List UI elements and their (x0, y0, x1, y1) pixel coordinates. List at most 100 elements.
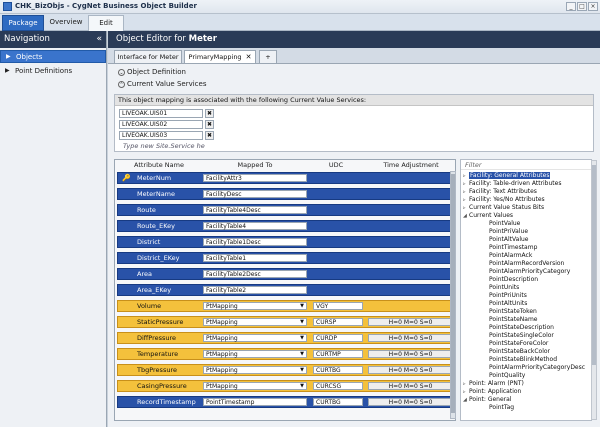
add-tab-button[interactable]: + (259, 50, 277, 64)
tree-node[interactable]: ▹ Facility: Text Attributes (463, 188, 537, 196)
mapped-to-field[interactable]: FacilityTable1 (203, 254, 307, 262)
tree-node[interactable]: PointStateSingleColor (489, 332, 554, 340)
mapped-to-field[interactable]: FacilityTable4Desc (203, 206, 307, 214)
udc-field[interactable]: CURSP (313, 318, 363, 326)
section-object-definition[interactable]: ⌄ Object Definition (118, 68, 186, 76)
table-row[interactable]: Area FacilityTable2Desc (117, 268, 455, 280)
tab-overview[interactable]: Overview (46, 15, 86, 31)
mapped-to-field[interactable]: FacilityAttr3 (203, 174, 307, 182)
scrollbar-thumb[interactable] (592, 165, 596, 365)
table-row[interactable]: Route_EKey FacilityTable4 (117, 220, 455, 232)
tree-node[interactable]: PointUnits (489, 284, 519, 292)
nav-item-objects[interactable]: ▶ Objects (0, 50, 106, 63)
table-row[interactable]: TbgPressure PtMapping ▼ CURTBG H=0 M=0 S=0 (117, 364, 455, 376)
mapped-to-field[interactable]: FacilityTable2 (203, 286, 307, 294)
tab-interface[interactable]: Interface for Meter (114, 50, 182, 64)
mapped-to-field[interactable]: FacilityDesc (203, 190, 307, 198)
tree-node[interactable]: PointValue (489, 220, 520, 228)
tree-node[interactable]: PointAltValue (489, 236, 529, 244)
tree-node[interactable]: ▹ Facility: Table-driven Attributes (463, 180, 561, 188)
table-row[interactable]: DiffPressure PtMapping ▼ CURDP H=0 M=0 S=0 (117, 332, 455, 344)
table-row[interactable]: District FacilityTable1Desc (117, 236, 455, 248)
time-adjustment-button[interactable]: H=0 M=0 S=0 (368, 334, 453, 342)
tree-node[interactable]: PointAlarmRecordVersion (489, 260, 564, 268)
tab-package[interactable]: Package (2, 15, 44, 31)
table-row[interactable]: Area_EKey FacilityTable2 (117, 284, 455, 296)
tree-node[interactable]: PointStateName (489, 316, 537, 324)
tree-node[interactable]: ◢ Point: General (463, 396, 511, 404)
time-adjustment-button[interactable]: H=0 M=0 S=0 (368, 350, 453, 358)
mapped-to-field[interactable]: PtMapping ▼ (203, 334, 307, 342)
close-tab-icon[interactable]: ✕ (246, 53, 252, 61)
tree-scrollbar[interactable] (591, 160, 597, 420)
table-row[interactable]: Temperature PtMapping ▼ CURTMP H=0 M=0 S=0 (117, 348, 455, 360)
delete-icon[interactable]: ✖ (205, 131, 214, 140)
tree-node[interactable]: PointAlarmPriorityCategoryDesc (489, 364, 585, 372)
mapped-to-field[interactable]: FacilityTable2Desc (203, 270, 307, 278)
tree-node[interactable]: PointDescription (489, 276, 538, 284)
mapped-to-field[interactable]: FacilityTable4 (203, 222, 307, 230)
close-button[interactable]: × (588, 2, 598, 11)
table-row[interactable]: Volume PtMapping ▼ VGY (117, 300, 455, 312)
table-row[interactable]: CasingPressure PtMapping ▼ CURCSG H=0 M=0 S=… (117, 380, 455, 392)
mapped-to-field[interactable]: PtMapping ▼ (203, 350, 307, 358)
minimize-button[interactable]: _ (566, 2, 576, 11)
tree-node[interactable]: PointStateToken (489, 308, 537, 316)
time-adjustment-button[interactable]: H=0 M=0 S=0 (368, 318, 453, 326)
dropdown-arrow-icon[interactable]: ▼ (300, 335, 304, 342)
tree-node[interactable]: ▹ Current Value Status Bits (463, 204, 544, 212)
tree-node[interactable]: PointTag (489, 404, 514, 412)
udc-field[interactable]: CURTBG (313, 366, 363, 374)
dropdown-arrow-icon[interactable]: ▼ (300, 383, 304, 390)
table-row[interactable]: RecordTimestamp PointTimestamp CURTBG H=0 M… (117, 396, 455, 408)
tree-node[interactable]: PointStateDescription (489, 324, 554, 332)
tree-node[interactable]: PointAltUnits (489, 300, 527, 308)
udc-field[interactable]: CURTMP (313, 350, 363, 358)
tab-primary-mapping[interactable]: PrimaryMapping ✕ (184, 50, 256, 64)
tree-node[interactable]: ▹ Point: Alarm (PNT) (463, 380, 524, 388)
tree-node[interactable]: PointAlarmPriorityCategory (489, 268, 570, 276)
udc-field[interactable]: VGY (313, 302, 363, 310)
section-current-value-services[interactable]: ⌃ Current Value Services (118, 80, 206, 88)
mapped-to-field[interactable]: PtMapping ▼ (203, 366, 307, 374)
mapped-to-field[interactable]: PointTimestamp (203, 398, 307, 406)
tree-node[interactable]: ▹ Point: Application (463, 388, 521, 396)
table-row[interactable]: MeterName FacilityDesc (117, 188, 455, 200)
dropdown-arrow-icon[interactable]: ▼ (300, 303, 304, 310)
tree-node[interactable]: ◢ Current Values (463, 212, 513, 220)
time-adjustment-button[interactable]: H=0 M=0 S=0 (368, 366, 453, 374)
table-row[interactable]: 🔑 MeterNum FacilityAttr3 (117, 172, 455, 184)
grid-scrollbar[interactable] (450, 171, 456, 419)
mapped-to-field[interactable]: PtMapping ▼ (203, 318, 307, 326)
udc-field[interactable]: CURDP (313, 334, 363, 342)
tree-node[interactable]: ▹ Facility: Yes/No Attributes (463, 196, 545, 204)
time-adjustment-button[interactable]: H=0 M=0 S=0 (368, 382, 453, 390)
mapped-to-field[interactable]: PtMapping ▼ (203, 302, 307, 310)
tree-node[interactable]: PointQuality (489, 372, 525, 380)
table-row[interactable]: StaticPressure PtMapping ▼ CURSP H=0 M=0 S=0 (117, 316, 455, 328)
table-row[interactable]: District_EKey FacilityTable1 (117, 252, 455, 264)
tree-node[interactable]: PointPriValue (489, 228, 528, 236)
filter-input[interactable]: Filter (461, 160, 591, 170)
dropdown-arrow-icon[interactable]: ▼ (300, 319, 304, 326)
delete-icon[interactable]: ✖ (205, 109, 214, 118)
mapped-to-field[interactable]: PtMapping ▼ (203, 382, 307, 390)
dropdown-arrow-icon[interactable]: ▼ (300, 367, 304, 374)
time-adjustment-button[interactable]: H=0 M=0 S=0 (368, 398, 453, 406)
udc-field[interactable]: CURCSG (313, 382, 363, 390)
tree-node[interactable]: PointStateBackColor (489, 348, 550, 356)
service-entry[interactable]: LIVEOAK.UIS01 (119, 109, 203, 118)
tree-node[interactable]: ▹ Facility: General Attributes (463, 172, 551, 180)
new-service-input[interactable]: Type new Site.Service he (123, 142, 205, 150)
maximize-button[interactable]: □ (577, 2, 587, 11)
nav-item-point-definitions[interactable]: ▶ Point Definitions (0, 65, 106, 78)
collapse-icon[interactable]: « (96, 31, 102, 48)
delete-icon[interactable]: ✖ (205, 120, 214, 129)
udc-field[interactable]: CURTBG (313, 398, 363, 406)
dropdown-arrow-icon[interactable]: ▼ (300, 351, 304, 358)
scrollbar-thumb[interactable] (451, 174, 455, 413)
tree-node[interactable]: PointPriUnits (489, 292, 527, 300)
mapped-to-field[interactable]: FacilityTable1Desc (203, 238, 307, 246)
tree-node[interactable]: PointStateForeColor (489, 340, 548, 348)
table-row[interactable]: Route FacilityTable4Desc (117, 204, 455, 216)
